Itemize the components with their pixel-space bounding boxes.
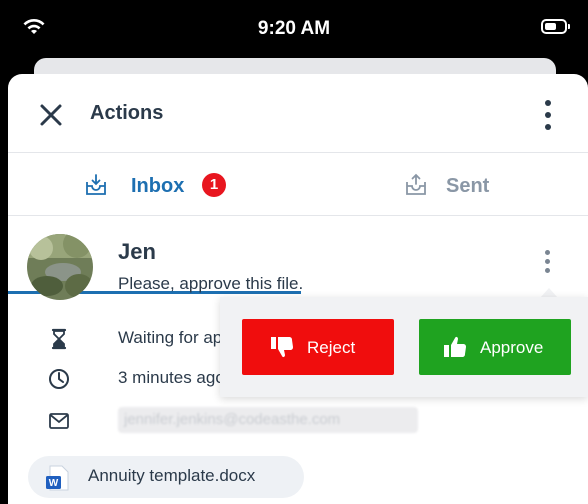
svg-text:W: W [49,478,59,489]
approve-label: Approve [480,338,544,357]
inbox-count-badge: 1 [202,173,226,197]
status-bar: 9:20 AM [0,0,588,58]
battery-tip [568,24,570,29]
sender-email: jennifer.jenkins@codeasthe.com [118,407,418,433]
mail-icon [49,413,69,429]
tab-inbox[interactable]: Inbox 1 [8,153,300,215]
sheet-header: Actions [8,74,588,153]
attachment-chip[interactable]: W Annuity template.docx [28,456,304,498]
avatar [27,234,93,300]
message-options-icon[interactable] [538,246,558,276]
outbox-icon [406,173,426,195]
page-title: Actions [90,102,164,124]
action-popup: Reject Approve [220,297,588,397]
close-icon[interactable] [36,100,66,130]
tab-sent[interactable]: Sent [300,153,588,215]
approve-button[interactable]: Approve [419,319,571,375]
tab-inbox-label: Inbox [131,175,185,197]
thumbs-up-icon [444,336,466,357]
clock-icon [49,369,69,389]
status-time: 9:20 AM [257,18,331,39]
thumbs-down-icon [271,337,293,358]
hourglass-icon [51,328,67,350]
sender-name: Jen [118,239,156,264]
attachment-name: Annuity template.docx [88,466,256,485]
reject-button[interactable]: Reject [242,319,394,375]
tab-bar: Inbox 1 Sent [8,153,588,294]
word-document-icon: W [46,465,69,491]
time-ago: 3 minutes ago [118,368,225,387]
actions-sheet: Actions Inbox 1 Sent Jen Please, approve… [8,74,588,504]
reject-label: Reject [307,338,356,357]
more-options-icon[interactable] [538,98,558,132]
inbox-icon [86,174,106,195]
battery-icon [541,19,567,34]
tab-sent-label: Sent [446,175,490,197]
message-text: Please, approve this file. [118,274,304,293]
